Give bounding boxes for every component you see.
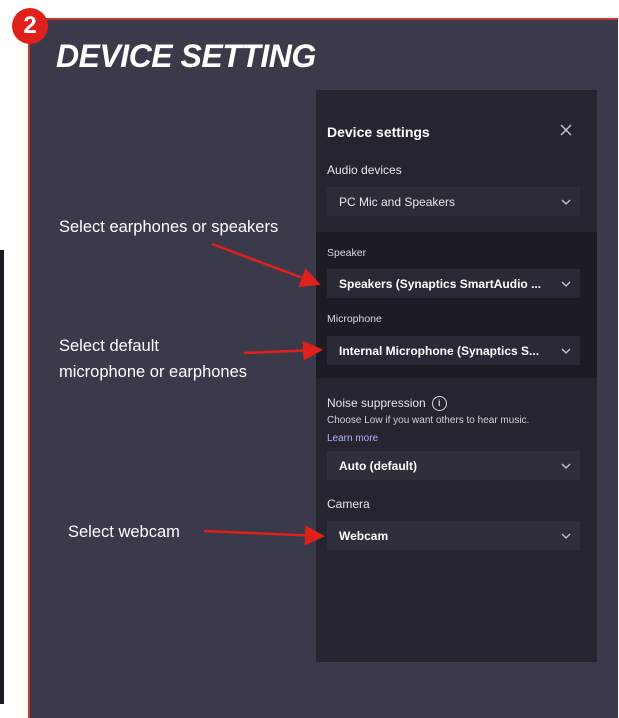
arrow-speaker [211,242,321,288]
arrow-microphone [243,340,323,361]
annotation-arrows [203,242,325,546]
arrow-webcam [203,525,325,546]
